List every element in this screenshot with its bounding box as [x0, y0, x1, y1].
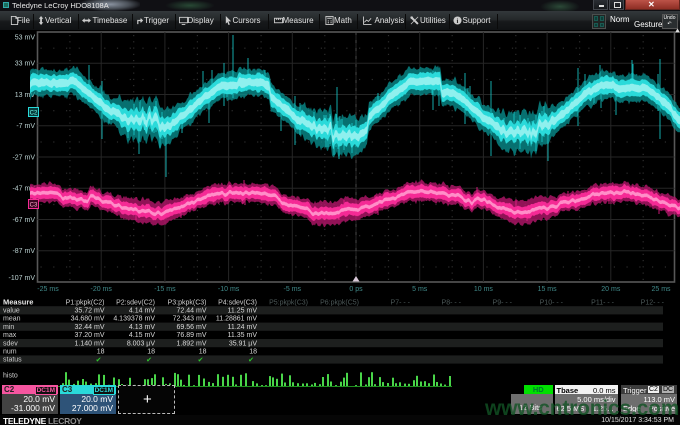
- svg-text:18: 18: [249, 349, 257, 356]
- svg-text:P4:sdev(C3): P4:sdev(C3): [218, 299, 257, 306]
- svg-text:sdev: sdev: [3, 340, 18, 347]
- svg-text:P9- - -: P9- - -: [493, 299, 513, 306]
- svg-text:C3: C3: [30, 203, 38, 209]
- svg-text:11.24 mV: 11.24 mV: [228, 324, 258, 331]
- svg-text:37.20 mV: 37.20 mV: [75, 332, 105, 339]
- svg-text:5 ms: 5 ms: [412, 286, 428, 293]
- svg-text:4.13 mV: 4.13 mV: [129, 324, 155, 331]
- svg-text:Measure: Measure: [3, 297, 33, 306]
- svg-text:33 mV: 33 mV: [15, 61, 36, 68]
- svg-text:✔: ✔: [198, 357, 204, 364]
- svg-text:P6:pkpk(C5): P6:pkpk(C5): [320, 299, 359, 306]
- svg-text:69.56 mV: 69.56 mV: [177, 324, 207, 331]
- svg-text:value: value: [3, 308, 20, 315]
- svg-text:11.35 mV: 11.35 mV: [228, 332, 258, 339]
- svg-text:34.680 mV: 34.680 mV: [71, 316, 105, 323]
- svg-text:-87 mV: -87 mV: [12, 248, 35, 255]
- svg-text:10 ms: 10 ms: [474, 286, 494, 293]
- svg-text:76.89 mV: 76.89 mV: [177, 332, 207, 339]
- svg-text:20 ms: 20 ms: [601, 286, 621, 293]
- svg-text:✔: ✔: [146, 357, 152, 364]
- svg-text:4.139378 mV: 4.139378 mV: [113, 316, 155, 323]
- svg-text:-67 mV: -67 mV: [12, 217, 35, 224]
- svg-text:32.44 mV: 32.44 mV: [75, 324, 105, 331]
- svg-text:25 ms: 25 ms: [651, 286, 671, 293]
- svg-text:num: num: [3, 349, 17, 356]
- svg-text:4.15 mV: 4.15 mV: [129, 332, 155, 339]
- svg-text:-10 ms: -10 ms: [218, 286, 240, 293]
- svg-text:72.44 mV: 72.44 mV: [177, 308, 207, 315]
- svg-text:mean: mean: [3, 316, 21, 323]
- svg-text:53 mV: 53 mV: [15, 34, 36, 41]
- svg-text:-27 mV: -27 mV: [12, 154, 35, 161]
- svg-text:histo: histo: [3, 373, 18, 380]
- svg-text:min: min: [3, 324, 14, 331]
- svg-text:status: status: [3, 357, 22, 364]
- svg-text:-5 ms: -5 ms: [284, 286, 302, 293]
- svg-text:P12- - -: P12- - -: [641, 299, 665, 306]
- svg-text:-20 ms: -20 ms: [90, 286, 112, 293]
- svg-text:18: 18: [97, 349, 105, 356]
- svg-text:P1:pkpk(C2): P1:pkpk(C2): [66, 299, 105, 306]
- svg-text:1.892 mV: 1.892 mV: [177, 340, 207, 347]
- svg-text:P5:pkpk(C3): P5:pkpk(C3): [269, 299, 308, 306]
- svg-text:✔: ✔: [96, 357, 102, 364]
- svg-text:P8- - -: P8- - -: [442, 299, 462, 306]
- svg-text:18: 18: [199, 349, 207, 356]
- svg-text:72.343 mV: 72.343 mV: [173, 316, 207, 323]
- svg-text:max: max: [3, 332, 17, 339]
- svg-text:4.14 mV: 4.14 mV: [129, 308, 155, 315]
- svg-text:✔: ✔: [248, 357, 254, 364]
- svg-text:0 ps: 0 ps: [349, 286, 363, 293]
- svg-text:-107 mV: -107 mV: [9, 275, 36, 282]
- svg-text:8.003 µV: 8.003 µV: [127, 340, 155, 347]
- svg-text:18: 18: [147, 349, 155, 356]
- svg-text:-15 ms: -15 ms: [154, 286, 176, 293]
- svg-text:11.28861 mV: 11.28861 mV: [216, 316, 257, 323]
- svg-text:35.91 µV: 35.91 µV: [229, 340, 257, 347]
- svg-text:P3:pkpk(C3): P3:pkpk(C3): [168, 299, 207, 306]
- svg-text:P7- - -: P7- - -: [391, 299, 411, 306]
- svg-text:1.140 mV: 1.140 mV: [75, 340, 105, 347]
- svg-text:C2: C2: [30, 111, 38, 117]
- svg-text:P2:sdev(C2): P2:sdev(C2): [116, 299, 155, 306]
- svg-text:-7 mV: -7 mV: [16, 123, 35, 130]
- svg-text:-25 ms: -25 ms: [37, 286, 59, 293]
- svg-text:P11- - -: P11- - -: [591, 299, 614, 306]
- svg-text:11.25 mV: 11.25 mV: [228, 308, 258, 315]
- svg-text:P10- - -: P10- - -: [540, 299, 564, 306]
- svg-text:15 ms: 15 ms: [538, 286, 558, 293]
- svg-text:35.72 mV: 35.72 mV: [75, 308, 105, 315]
